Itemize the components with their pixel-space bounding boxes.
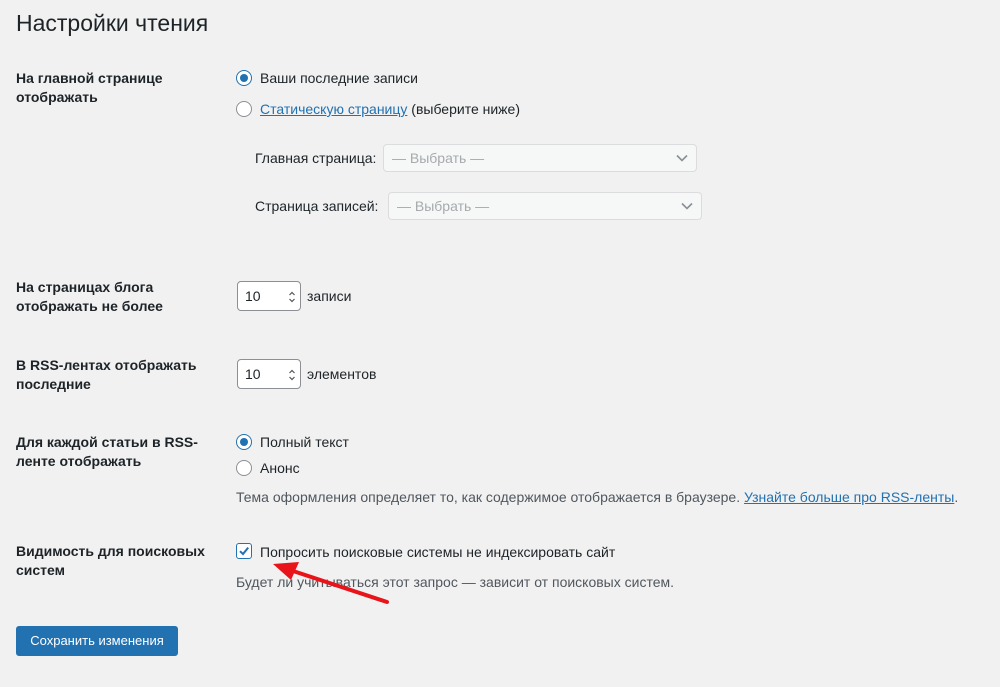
rss-content-note: Тема оформления определяет то, как содер… (236, 488, 958, 506)
posts-per-page-input[interactable]: 10 (237, 281, 301, 311)
radio-full-text-label: Полный текст (260, 434, 349, 450)
radio-summary[interactable] (236, 460, 252, 476)
homepage-select-value: — Выбрать — (392, 150, 485, 166)
radio-summary-label: Анонс (260, 460, 300, 476)
spinner-arrows-icon[interactable] (288, 368, 296, 382)
search-visibility-label: Видимость для поисковых систем (16, 543, 205, 578)
rss-feeds-link[interactable]: Узнайте больше про RSS-ленты (744, 489, 954, 505)
rss-content-note-text: Тема оформления определяет то, как содер… (236, 489, 741, 505)
annotation-arrow-icon (273, 562, 389, 604)
spinner-arrows-icon[interactable] (288, 290, 296, 304)
rss-content-label: Для каждой статьи в RSS-ленте отображать (16, 434, 198, 469)
front-page-label: На главной странице отображать (16, 70, 163, 105)
static-page-hint: (выберите ниже) (411, 101, 520, 117)
discourage-search-checkbox[interactable] (236, 543, 252, 559)
save-changes-button[interactable]: Сохранить изменения (16, 626, 178, 656)
chevron-down-icon (681, 202, 693, 210)
rss-items-unit: элементов (307, 366, 377, 382)
radio-static-page-label: Статическую страницу (выберите ниже) (260, 100, 520, 118)
radio-latest-posts[interactable] (236, 70, 252, 86)
radio-latest-posts-label: Ваши последние записи (260, 70, 418, 86)
posts-per-page-value: 10 (245, 288, 261, 304)
postspage-select[interactable]: — Выбрать — (388, 192, 702, 220)
homepage-select-label: Главная страница: (255, 150, 377, 166)
posts-per-page-unit: записи (307, 288, 352, 304)
blog-pages-label: На страницах блога отображать не более (16, 279, 163, 314)
postspage-select-value: — Выбрать — (397, 198, 490, 214)
postspage-select-label: Страница записей: (255, 198, 379, 214)
homepage-select[interactable]: — Выбрать — (383, 144, 697, 172)
radio-static-page[interactable] (236, 101, 252, 117)
chevron-down-icon (676, 154, 688, 162)
radio-full-text[interactable] (236, 434, 252, 450)
checkmark-icon (239, 546, 249, 556)
rss-content-note-end: . (954, 489, 959, 505)
rss-items-input[interactable]: 10 (237, 359, 301, 389)
page-title: Настройки чтения (16, 10, 209, 36)
reading-settings-page: Настройки чтения На главной странице ото… (0, 0, 1000, 687)
rss-items-value: 10 (245, 366, 261, 382)
rss-items-label: В RSS-лентах отображать последние (16, 357, 197, 392)
static-page-link[interactable]: Статическую страницу (260, 101, 407, 117)
